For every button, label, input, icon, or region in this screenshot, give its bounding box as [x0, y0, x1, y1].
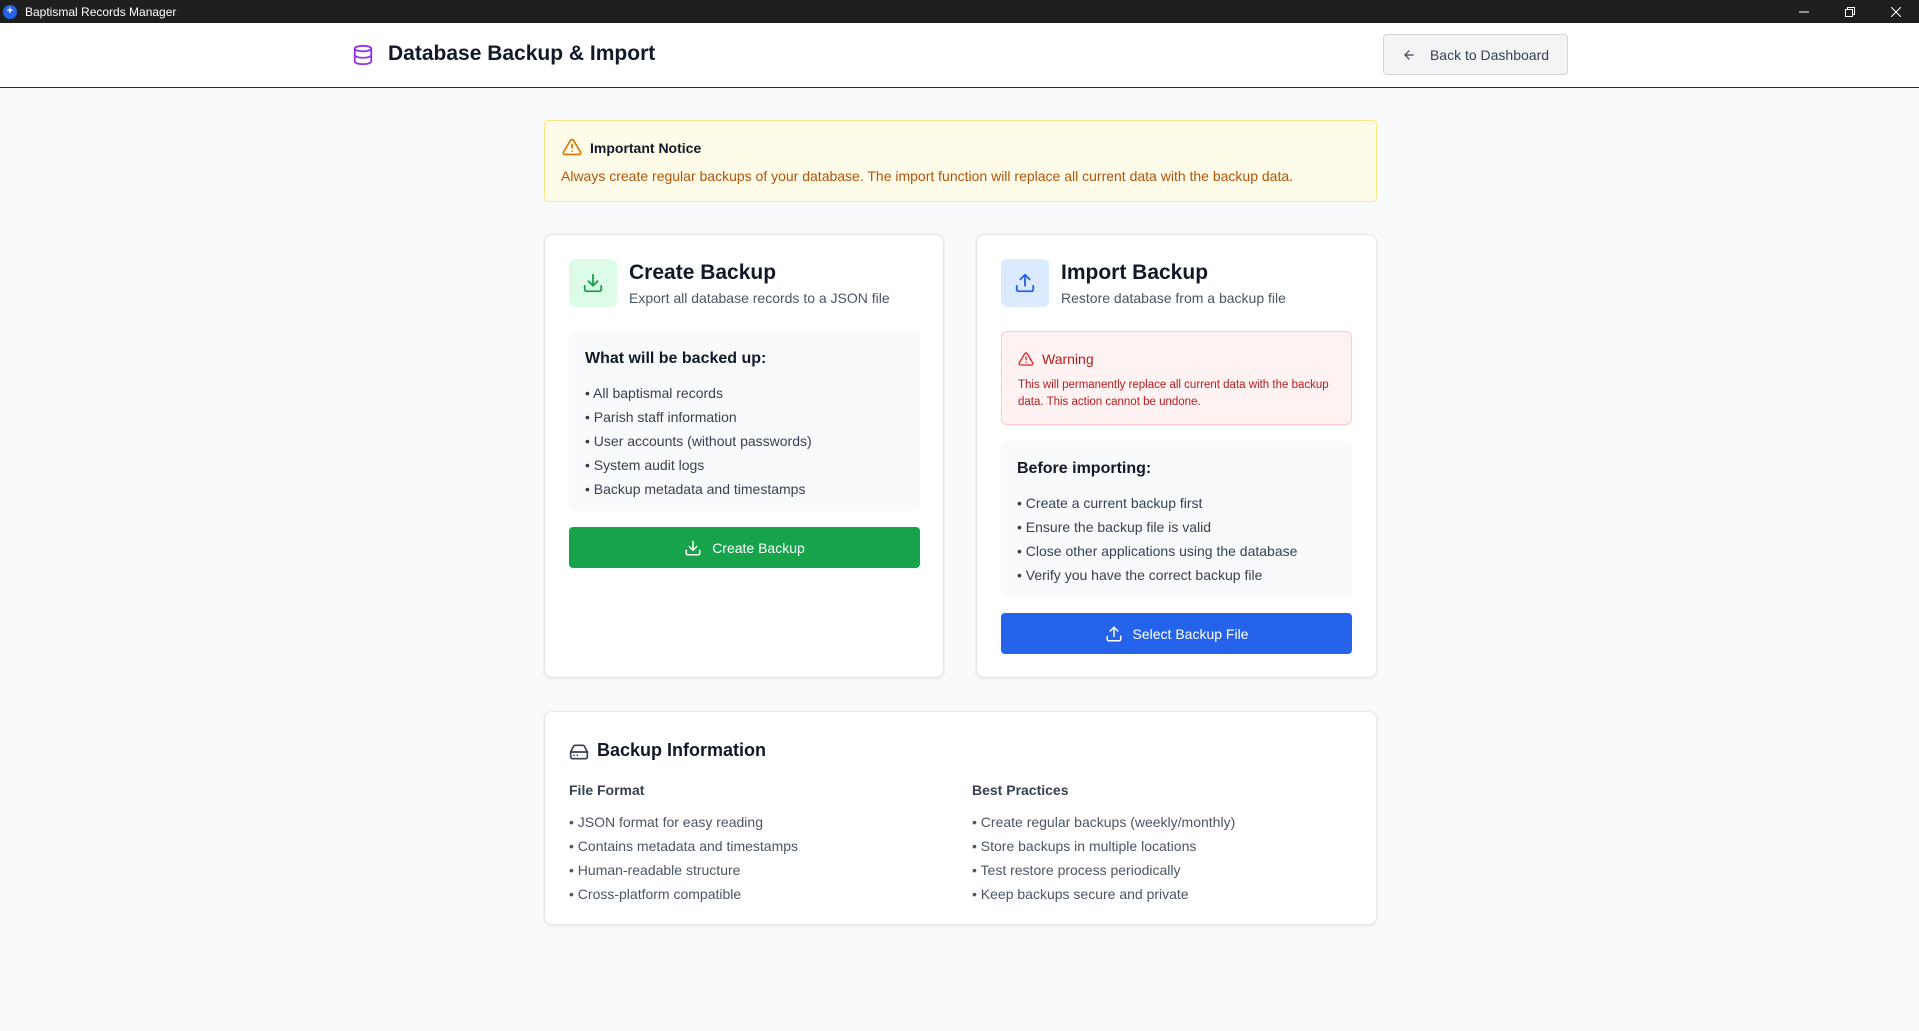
important-notice: Important Notice Always create regular b… — [544, 120, 1377, 202]
list-item: • Human-readable structure — [569, 862, 741, 878]
restore-icon — [1845, 6, 1855, 17]
select-backup-file-label: Select Backup File — [1132, 625, 1249, 642]
backup-contents-box: What will be backed up: • All baptismal … — [569, 331, 920, 511]
back-to-dashboard-button[interactable]: Back to Dashboard — [1383, 34, 1568, 75]
app-icon: + — [3, 4, 17, 19]
before-importing-list: • Create a current backup first • Ensure… — [1017, 491, 1297, 587]
page-title: Database Backup & Import — [388, 42, 656, 65]
file-format-title: File Format — [569, 782, 645, 798]
list-item: • Create regular backups (weekly/monthly… — [972, 814, 1236, 830]
create-backup-card: Create Backup Export all database record… — [544, 234, 944, 678]
file-format-section: File Format • JSON format for easy readi… — [569, 782, 798, 906]
list-item: • Keep backups secure and private — [972, 886, 1189, 902]
notice-title: Important Notice — [590, 140, 702, 156]
import-backup-icon-box — [1001, 259, 1049, 307]
list-item: • All baptismal records — [585, 385, 723, 401]
list-item: • Test restore process periodically — [972, 862, 1181, 878]
best-practices-list: • Create regular backups (weekly/monthly… — [972, 810, 1235, 906]
close-button[interactable] — [1873, 0, 1919, 23]
create-backup-subtitle: Export all database records to a JSON fi… — [629, 290, 890, 306]
warning-triangle-icon — [562, 138, 582, 156]
select-backup-file-button[interactable]: Select Backup File — [1001, 613, 1352, 654]
create-backup-button[interactable]: Create Backup — [569, 527, 920, 568]
list-item: • Verify you have the correct backup fil… — [1017, 567, 1263, 583]
list-item: • JSON format for easy reading — [569, 814, 763, 830]
window-titlebar: + Baptismal Records Manager — [0, 0, 1919, 23]
page-header: Database Backup & Import Back to Dashboa… — [0, 23, 1919, 88]
list-item: • Store backups in multiple locations — [972, 838, 1197, 854]
back-button-label: Back to Dashboard — [1429, 46, 1550, 63]
file-format-list: • JSON format for easy reading • Contain… — [569, 810, 798, 906]
backup-contents-list: • All baptismal records • Parish staff i… — [585, 381, 812, 501]
before-importing-title: Before importing: — [1017, 460, 1152, 477]
arrow-left-icon — [1404, 49, 1414, 60]
window-controls — [1781, 0, 1919, 23]
window-title: Baptismal Records Manager — [25, 4, 177, 19]
backup-contents-title: What will be backed up: — [585, 350, 767, 367]
list-item: • User accounts (without passwords) — [585, 433, 812, 449]
create-backup-title: Create Backup — [629, 261, 777, 284]
warning-text: This will permanently replace all curren… — [1018, 379, 1329, 408]
upload-icon — [1106, 626, 1122, 641]
create-backup-icon-box — [569, 259, 617, 307]
notice-text: Always create regular backups of your da… — [561, 168, 1294, 184]
download-icon — [685, 540, 701, 555]
import-backup-subtitle: Restore database from a backup file — [1061, 290, 1286, 306]
hard-drive-icon — [569, 744, 589, 760]
upload-icon — [1015, 273, 1035, 293]
list-item: • Ensure the backup file is valid — [1017, 519, 1212, 535]
list-item: • System audit logs — [585, 457, 705, 473]
backup-information-card: Backup Information File Format • JSON fo… — [544, 711, 1377, 925]
create-backup-button-label: Create Backup — [712, 539, 805, 556]
best-practices-title: Best Practices — [972, 782, 1069, 798]
list-item: • Cross-platform compatible — [569, 886, 742, 902]
warning-title: Warning — [1042, 351, 1094, 367]
warning-triangle-icon — [1018, 352, 1034, 366]
before-importing-box: Before importing: • Create a current bac… — [1001, 441, 1352, 597]
import-backup-title: Import Backup — [1061, 261, 1209, 284]
best-practices-section: Best Practices • Create regular backups … — [972, 782, 1235, 906]
import-backup-card: Import Backup Restore database from a ba… — [976, 234, 1377, 678]
list-item: • Close other applications using the dat… — [1017, 543, 1298, 559]
list-item: • Backup metadata and timestamps — [585, 481, 806, 497]
backup-information-title: Backup Information — [597, 740, 767, 760]
import-warning-box: Warning This will permanently replace al… — [1001, 331, 1352, 425]
restore-button[interactable] — [1827, 0, 1873, 23]
minimize-icon — [1799, 11, 1809, 12]
list-item: • Create a current backup first — [1017, 495, 1203, 511]
database-icon — [353, 44, 373, 66]
minimize-button[interactable] — [1781, 0, 1827, 23]
close-icon — [1891, 6, 1901, 17]
download-icon — [583, 273, 603, 293]
list-item: • Contains metadata and timestamps — [569, 838, 799, 854]
list-item: • Parish staff information — [585, 409, 737, 425]
